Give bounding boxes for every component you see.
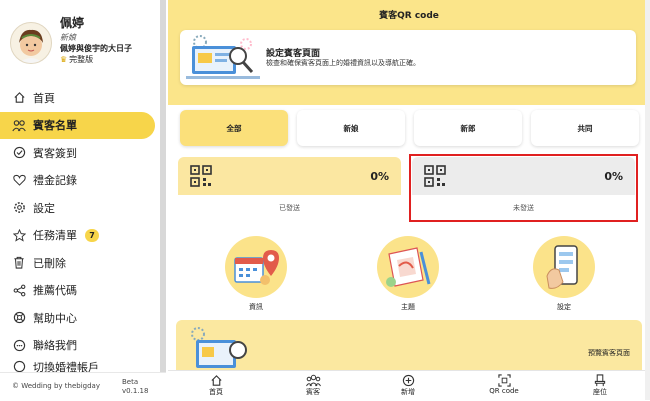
- seat-icon: [570, 374, 630, 387]
- sidebar-item-tasks[interactable]: 任務清單 7: [0, 222, 166, 250]
- feature-theme[interactable]: 主題: [368, 236, 448, 312]
- feature-info[interactable]: 資訊: [216, 236, 296, 312]
- profile-plan: ♛ 完整版: [60, 54, 93, 65]
- heart-icon: [12, 173, 26, 187]
- setup-card-description: 檢查和確保賓客頁面上的婚禮資訊以及導航正確。: [266, 59, 420, 67]
- version-info: Beta v0.1.18: [122, 378, 148, 396]
- contact-icon: [12, 338, 26, 352]
- header: 賓客QR code 設定賓客頁面 檢查和確保賓客頁面上的婚禮資訊以及導航正確。: [168, 0, 650, 105]
- sidebar-item-contact[interactable]: 聯絡我們: [0, 332, 166, 360]
- sidebar-item-label: 聯絡我們: [33, 339, 77, 353]
- bottom-navigation: 首頁 賓客 新增 QR code 座位: [168, 370, 650, 401]
- sent-stat-card[interactable]: 0% 已發送: [178, 157, 401, 220]
- nav-home[interactable]: 首頁: [186, 374, 246, 397]
- sidebar-scrollbar[interactable]: [160, 0, 166, 372]
- nav-seating[interactable]: 座位: [570, 374, 630, 397]
- tab-all[interactable]: 全部: [180, 110, 288, 146]
- sidebar: 佩婷 新娘 佩婷與俊宇的大日子 ♛ 完整版 首頁 賓客名單 賓客簽到 禮金記錄 設…: [0, 0, 166, 401]
- star-icon: [12, 228, 26, 242]
- profile-role: 新娘: [60, 33, 76, 42]
- nav-guests[interactable]: 賓客: [283, 374, 343, 397]
- preview-label: 預覽賓客頁面: [588, 349, 630, 357]
- theme-illustration-icon: [377, 236, 439, 298]
- feature-settings-label: 設定: [557, 303, 571, 311]
- home-icon: [12, 91, 26, 105]
- sidebar-item-label: 推薦代碼: [33, 284, 77, 298]
- profile-event: 佩婷與俊宇的大日子: [60, 44, 132, 53]
- crown-icon: ♛: [60, 55, 68, 64]
- tab-groom[interactable]: 新郎: [414, 110, 522, 146]
- sidebar-item-help[interactable]: 幫助中心: [0, 304, 166, 332]
- nav-guests-label: 賓客: [306, 388, 320, 396]
- check-in-icon: [12, 146, 26, 160]
- plan-label: 完整版: [69, 55, 94, 64]
- settings-illustration-icon: [533, 236, 595, 298]
- home-icon: [186, 374, 246, 387]
- sidebar-footer: © Wedding by thebigday Beta v0.1.18: [0, 372, 166, 401]
- sent-percent: 0%: [370, 170, 389, 183]
- version-label: v0.1.18: [122, 387, 149, 395]
- sidebar-item-referral[interactable]: 推薦代碼: [0, 277, 166, 305]
- sidebar-menu: 首頁 賓客名單 賓客簽到 禮金記錄 設定 任務清單 7 已刪除 推薦代碼 幫助中…: [0, 84, 166, 373]
- filter-tabs: 全部 新娘 新郎 共同: [180, 110, 642, 148]
- gear-icon: [12, 201, 26, 215]
- setup-illustration-icon: [186, 35, 260, 79]
- sidebar-item-settings[interactable]: 設定: [0, 194, 166, 222]
- qr-icon: [190, 165, 212, 187]
- nav-add[interactable]: 新增: [378, 374, 438, 397]
- nav-qr-code[interactable]: QR code: [474, 374, 534, 395]
- sent-label: 已發送: [279, 204, 300, 212]
- guest-page-setup-card[interactable]: 設定賓客頁面 檢查和確保賓客頁面上的婚禮資訊以及導航正確。: [180, 30, 636, 85]
- preview-illustration-icon: [191, 327, 247, 368]
- help-icon: [12, 311, 26, 325]
- sidebar-item-home[interactable]: 首頁: [0, 84, 166, 112]
- task-count-badge: 7: [85, 228, 99, 242]
- feature-info-label: 資訊: [249, 303, 263, 311]
- sidebar-item-label: 已刪除: [33, 256, 66, 270]
- tab-bride[interactable]: 新娘: [297, 110, 405, 146]
- switch-icon: [12, 359, 26, 373]
- sidebar-item-guest-list[interactable]: 賓客名單: [0, 111, 155, 139]
- feature-theme-label: 主題: [401, 303, 415, 311]
- page-title: 賓客QR code: [379, 11, 439, 21]
- avatar: [10, 22, 52, 64]
- guests-icon: [283, 374, 343, 387]
- guests-icon: [12, 118, 26, 132]
- qr-icon: [474, 374, 534, 387]
- sent-stat-header: 0%: [178, 157, 401, 195]
- profile-card[interactable]: 佩婷 新娘 佩婷與俊宇的大日子 ♛ 完整版: [10, 12, 160, 72]
- nav-seating-label: 座位: [593, 388, 607, 396]
- profile-name: 佩婷: [60, 16, 85, 30]
- info-illustration-icon: [225, 236, 287, 298]
- nav-qr-code-label: QR code: [489, 387, 519, 395]
- tab-joint[interactable]: 共同: [531, 110, 639, 146]
- sidebar-item-label: 切換婚禮帳戶: [33, 361, 99, 373]
- add-icon: [378, 374, 438, 387]
- sidebar-item-deleted[interactable]: 已刪除: [0, 249, 166, 277]
- sidebar-item-label: 禮金記錄: [33, 174, 77, 188]
- sidebar-item-check-in[interactable]: 賓客簽到: [0, 139, 166, 167]
- sidebar-item-switch-account[interactable]: 切換婚禮帳戶: [0, 359, 166, 373]
- beta-label: Beta: [122, 378, 139, 386]
- preview-guest-page-card[interactable]: 預覽賓客頁面: [176, 320, 642, 372]
- nav-add-label: 新增: [401, 388, 415, 396]
- sidebar-item-label: 首頁: [33, 91, 55, 105]
- sidebar-item-label: 任務清單: [33, 229, 77, 243]
- highlight-box: [409, 154, 638, 222]
- sidebar-item-label: 幫助中心: [33, 311, 77, 325]
- nav-home-label: 首頁: [209, 388, 223, 396]
- copyright-text: © Wedding by thebigday: [12, 382, 100, 390]
- sidebar-item-label: 賓客簽到: [33, 146, 77, 160]
- sidebar-item-label: 賓客名單: [33, 119, 77, 133]
- sidebar-item-gift-money[interactable]: 禮金記錄: [0, 167, 166, 195]
- feature-settings[interactable]: 設定: [524, 236, 604, 312]
- main-scrollbar[interactable]: [645, 0, 650, 400]
- trash-icon: [12, 256, 26, 270]
- sidebar-item-label: 設定: [33, 201, 55, 215]
- share-icon: [12, 283, 26, 297]
